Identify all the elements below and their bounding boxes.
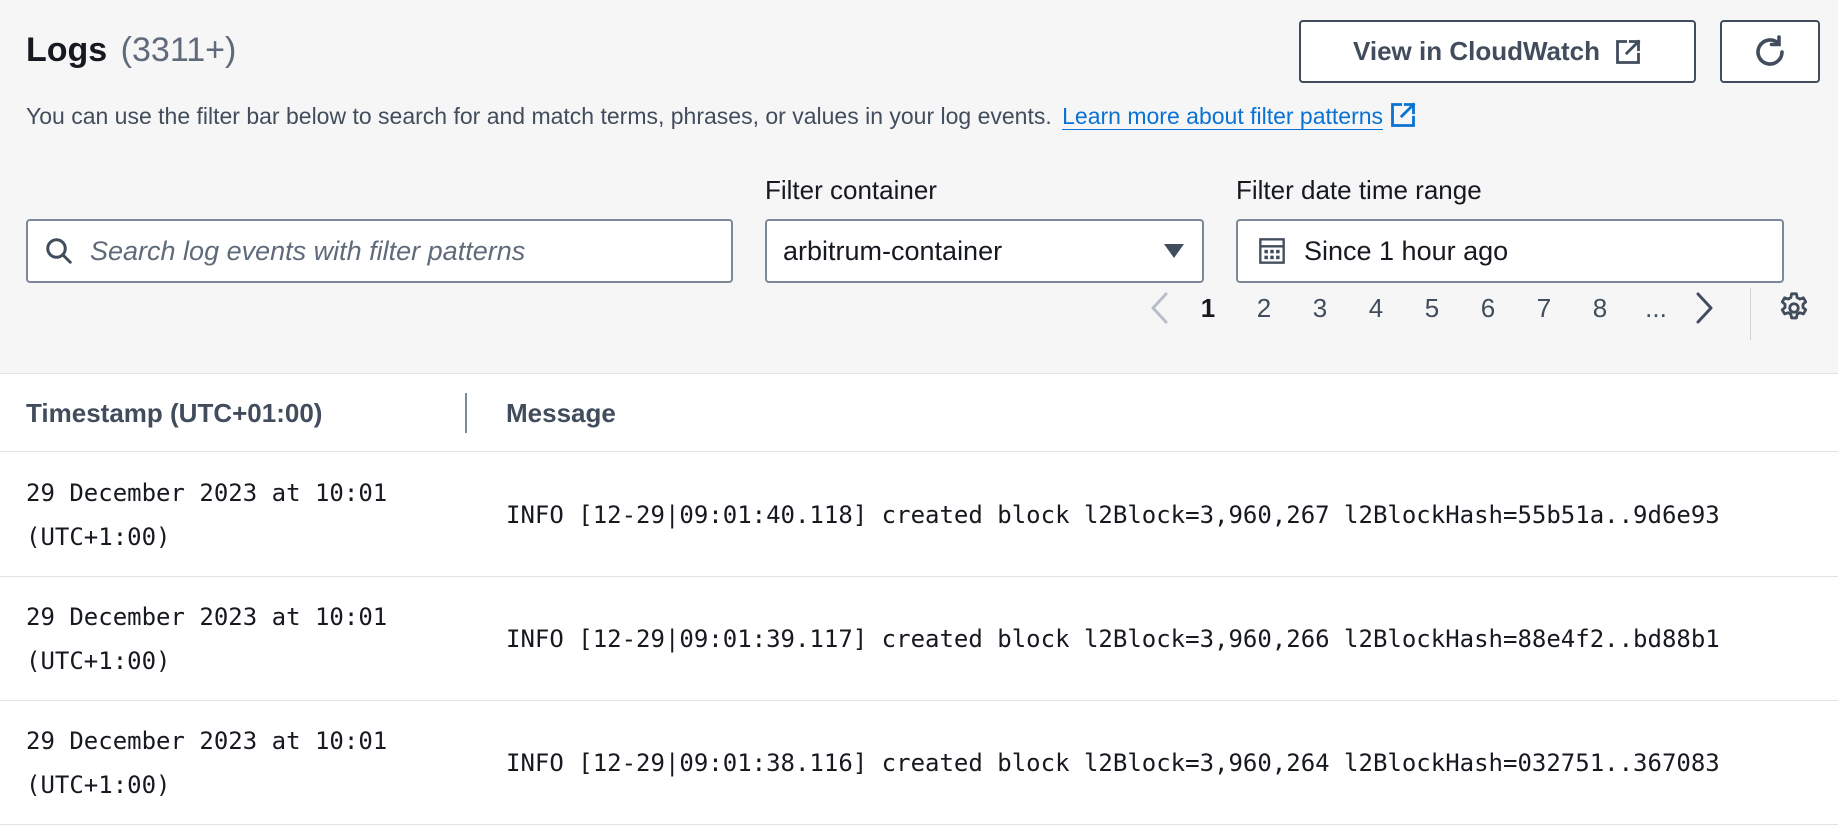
filter-description: You can use the filter bar below to sear… [26, 100, 1417, 137]
page-ellipsis[interactable]: ... [1628, 293, 1684, 324]
row-message: INFO [12-29|09:01:40.118] created block … [506, 501, 1720, 529]
view-in-cloudwatch-label: View in CloudWatch [1352, 36, 1600, 66]
page-3[interactable]: 3 [1292, 293, 1348, 324]
description-text: You can use the filter bar below to sear… [26, 103, 1052, 129]
learn-more-link[interactable]: Learn more about filter patterns [1062, 103, 1384, 130]
search-field[interactable] [26, 219, 733, 283]
timestamp-zone: (UTC+1:00) [26, 771, 171, 799]
column-resizer[interactable] [465, 393, 467, 433]
timestamp-date: 29 December 2023 at 10:01 [26, 479, 388, 507]
timestamp-zone: (UTC+1:00) [26, 647, 171, 675]
page-5[interactable]: 5 [1404, 293, 1460, 324]
table-row[interactable]: 29 December 2023 at 10:01 (UTC+1:00) INF… [0, 453, 1838, 577]
page-2[interactable]: 2 [1236, 293, 1292, 324]
filter-container-value: arbitrum-container [783, 235, 1003, 266]
column-header-timestamp[interactable]: Timestamp (UTC+01:00) [26, 374, 322, 452]
timestamp-date: 29 December 2023 at 10:01 [26, 727, 388, 755]
search-icon [44, 236, 74, 266]
filter-daterange-value: Since 1 hour ago [1304, 235, 1509, 266]
timestamp-date: 29 December 2023 at 10:01 [26, 603, 388, 631]
external-link-icon[interactable] [1389, 101, 1417, 137]
gear-icon [1777, 291, 1811, 325]
chevron-left-icon[interactable] [1140, 288, 1180, 328]
calendar-icon [1258, 237, 1286, 265]
refresh-button[interactable] [1720, 20, 1820, 83]
preferences-button[interactable] [1774, 288, 1814, 328]
log-count: (3311+) [120, 31, 237, 69]
pagination: 1 2 3 4 5 6 7 8 ... [1140, 288, 1724, 328]
row-timestamp: 29 December 2023 at 10:01 (UTC+1:00) [26, 577, 387, 701]
view-in-cloudwatch-button[interactable]: View in CloudWatch [1299, 20, 1696, 83]
row-message: INFO [12-29|09:01:39.117] created block … [506, 625, 1720, 653]
logs-table-header: Timestamp (UTC+01:00) Message [0, 374, 1838, 452]
row-timestamp: 29 December 2023 at 10:01 (UTC+1:00) [26, 453, 387, 577]
table-row[interactable]: 29 December 2023 at 10:01 (UTC+1:00) INF… [0, 701, 1838, 825]
external-link-icon [1614, 38, 1642, 66]
caret-down-icon [1162, 242, 1186, 260]
page-7[interactable]: 7 [1516, 293, 1572, 324]
pagination-divider [1750, 288, 1751, 340]
page-4[interactable]: 4 [1348, 293, 1404, 324]
column-header-message[interactable]: Message [506, 374, 616, 452]
refresh-icon [1752, 34, 1788, 70]
filter-container-label: Filter container [765, 175, 937, 205]
row-timestamp: 29 December 2023 at 10:01 (UTC+1:00) [26, 701, 387, 825]
title-text: Logs [26, 31, 108, 69]
page-8[interactable]: 8 [1572, 293, 1628, 324]
page-6[interactable]: 6 [1460, 293, 1516, 324]
filter-daterange-label: Filter date time range [1236, 175, 1482, 205]
search-input[interactable] [88, 234, 688, 268]
row-message: INFO [12-29|09:01:38.116] created block … [506, 749, 1720, 777]
filter-daterange-picker[interactable]: Since 1 hour ago [1236, 219, 1784, 283]
page-1[interactable]: 1 [1180, 293, 1236, 324]
timestamp-zone: (UTC+1:00) [26, 523, 171, 551]
page-title: Logs (3311+) [26, 30, 236, 70]
chevron-right-icon[interactable] [1684, 288, 1724, 328]
table-row[interactable]: 29 December 2023 at 10:01 (UTC+1:00) INF… [0, 577, 1838, 701]
filter-container-select[interactable]: arbitrum-container [765, 219, 1204, 283]
logs-header-panel: Logs (3311+) View in CloudWatch You can … [0, 0, 1838, 374]
